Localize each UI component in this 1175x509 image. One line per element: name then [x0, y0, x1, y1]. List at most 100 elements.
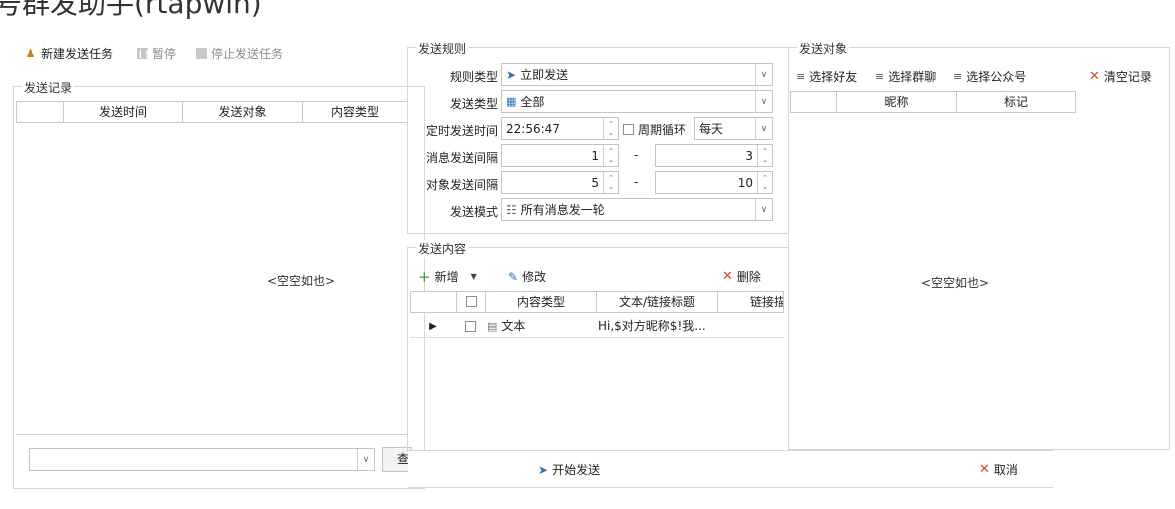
edit-content-button[interactable]: ✎ 修改	[508, 268, 546, 285]
delete-content-button[interactable]: ✕ 删除	[722, 268, 761, 285]
cancel-button[interactable]: ✕ 取消	[979, 461, 1018, 478]
cycle-value: 每天	[699, 122, 724, 136]
record-filter-combo[interactable]: ∨	[29, 448, 375, 471]
new-task-button[interactable]: ♟ 新建发送任务	[24, 45, 113, 62]
timed-send-time-input[interactable]: 22:56:47 ⌃ ⌄	[501, 117, 619, 140]
row-type-value: 文本	[501, 319, 526, 333]
rule-type-select[interactable]: ➤ 立即发送 ∨	[501, 63, 773, 86]
send-mode-select[interactable]: ☷ 所有消息发一轮 ∨	[501, 198, 773, 221]
send-type-value: 全部	[520, 95, 545, 109]
record-col-target[interactable]: 发送对象	[183, 102, 303, 122]
window-title: 号群发助手(rtapwin)	[0, 0, 262, 20]
caret-down-icon[interactable]: ▼	[471, 272, 477, 281]
target-col-nickname[interactable]: 昵称	[837, 92, 957, 112]
send-rule-legend: 发送规则	[416, 40, 469, 57]
select-friends-button[interactable]: ≡ 选择好友	[796, 68, 857, 85]
start-send-button[interactable]: ➤ 开始发送	[538, 461, 600, 478]
chevron-down-icon[interactable]: ∨	[755, 199, 772, 220]
send-type-label: 发送类型	[449, 97, 498, 111]
row-checkbox[interactable]	[456, 316, 485, 337]
chevron-down-icon[interactable]: ∨	[357, 449, 374, 470]
target-col-indicator	[791, 92, 837, 112]
select-groups-label: 选择群聊	[888, 70, 937, 84]
spinner-icon[interactable]: ⌃ ⌄	[757, 145, 772, 166]
select-groups-button[interactable]: ≡ 选择群聊	[875, 68, 936, 85]
send-record-legend: 发送记录	[22, 79, 75, 96]
start-send-label: 开始发送	[552, 463, 601, 477]
select-official-label: 选择公众号	[966, 70, 1027, 84]
timed-send-label: 定时发送时间	[425, 124, 498, 138]
close-icon: ✕	[1089, 69, 1100, 84]
send-type-select[interactable]: ▦ 全部 ∨	[501, 90, 773, 113]
chevron-down-icon[interactable]: ∨	[755, 64, 772, 85]
msg-interval-label: 消息发送间隔	[425, 151, 498, 165]
record-grid-header: 发送时间 发送对象 内容类型	[16, 101, 408, 123]
record-col-type[interactable]: 内容类型	[303, 102, 407, 122]
obj-interval-min-input[interactable]: 5 ⌃ ⌄	[501, 171, 619, 194]
row-pointer-icon: ▶	[429, 321, 437, 332]
footer-bar	[408, 450, 1053, 488]
record-divider	[16, 434, 408, 435]
document-icon: ☷	[506, 202, 517, 217]
obj-interval-min-value: 5	[591, 175, 599, 190]
pause-button[interactable]: ❙❙ 暂停	[137, 45, 176, 62]
content-col-check[interactable]	[457, 292, 486, 312]
spinner-icon[interactable]: ⌃ ⌄	[603, 172, 618, 193]
stop-task-label: 停止发送任务	[211, 47, 284, 61]
clear-records-button[interactable]: ✕ 清空记录	[1089, 68, 1152, 85]
cycle-checkbox[interactable]: 周期循环	[623, 121, 686, 138]
chevron-down-icon[interactable]: ∨	[755, 91, 772, 112]
row-checkbox-box[interactable]	[465, 321, 476, 332]
stop-task-button[interactable]: 停止发送任务	[196, 45, 283, 62]
pause-label: 暂停	[152, 47, 177, 61]
send-arrow-icon: ➤	[506, 67, 517, 82]
send-mode-value: 所有消息发一轮	[520, 203, 605, 217]
select-all-checkbox[interactable]	[465, 296, 477, 307]
time-spinner-icon[interactable]: ⌃ ⌄	[603, 118, 618, 139]
msg-interval-dash: -	[634, 148, 639, 162]
msg-interval-min-value: 1	[591, 148, 599, 163]
add-content-label: 新增	[434, 270, 459, 284]
spinner-icon[interactable]: ⌃ ⌄	[757, 172, 772, 193]
list-icon: ≡	[953, 70, 963, 83]
cycle-label: 周期循环	[638, 123, 687, 137]
target-grid-header: 昵称 标记	[790, 91, 1076, 113]
row-title-cell: Hi,$对方昵称$!我...	[598, 319, 706, 333]
close-icon: ✕	[979, 462, 990, 477]
clear-records-label: 清空记录	[1103, 70, 1152, 84]
text-icon: ▤	[487, 320, 498, 333]
cancel-label: 取消	[993, 463, 1018, 477]
msg-interval-max-value: 3	[745, 148, 753, 163]
content-grid-header: 内容类型 文本/链接标题 链接描	[410, 291, 784, 313]
new-task-icon: ♟	[25, 47, 36, 60]
select-official-button[interactable]: ≡ 选择公众号	[953, 68, 1026, 85]
list-icon: ≡	[875, 70, 885, 83]
msg-interval-max-input[interactable]: 3 ⌃ ⌄	[655, 144, 773, 167]
table-row[interactable]: ▶ ▤ 文本 Hi,$对方昵称$!我...	[410, 316, 784, 338]
send-mode-label: 发送模式	[449, 205, 498, 219]
obj-interval-max-input[interactable]: 10 ⌃ ⌄	[655, 171, 773, 194]
rule-type-label: 规则类型	[449, 70, 498, 84]
list-icon: ≡	[796, 70, 806, 83]
target-empty-text: <空空如也>	[921, 276, 990, 290]
record-empty-text: <空空如也>	[267, 274, 336, 288]
obj-interval-max-value: 10	[737, 175, 753, 190]
send-record-group	[13, 86, 425, 489]
add-content-button[interactable]: + 新增 ▼	[418, 268, 477, 285]
record-col-time[interactable]: 发送时间	[64, 102, 183, 122]
chevron-down-icon[interactable]: ∨	[755, 118, 772, 139]
cycle-select[interactable]: 每天 ∨	[694, 117, 773, 140]
obj-interval-label: 对象发送间隔	[425, 178, 498, 192]
target-col-mark[interactable]: 标记	[957, 92, 1075, 112]
content-col-type[interactable]: 内容类型	[486, 292, 597, 312]
row-desc-cell	[717, 316, 784, 337]
rule-type-value: 立即发送	[520, 68, 569, 82]
content-col-title[interactable]: 文本/链接标题	[597, 292, 718, 312]
content-col-desc[interactable]: 链接描	[718, 292, 783, 312]
edit-content-label: 修改	[522, 270, 547, 284]
row-type-cell: ▤ 文本	[485, 316, 596, 337]
msg-interval-min-input[interactable]: 1 ⌃ ⌄	[501, 144, 619, 167]
cycle-checkbox-box[interactable]	[623, 124, 634, 135]
spinner-icon[interactable]: ⌃ ⌄	[603, 145, 618, 166]
new-task-label: 新建发送任务	[41, 47, 114, 61]
